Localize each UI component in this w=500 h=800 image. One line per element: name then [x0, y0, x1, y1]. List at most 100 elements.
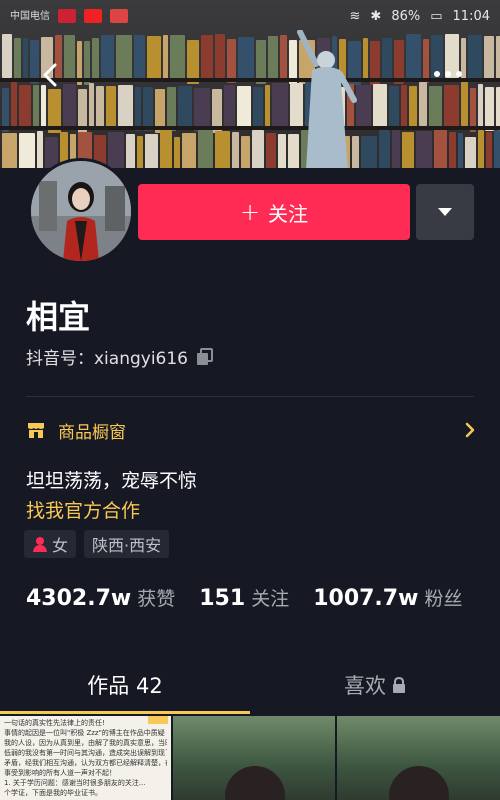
person-thumbnail — [224, 766, 285, 800]
location-tag: 陕西·西安 — [84, 530, 170, 558]
book-spine — [198, 130, 213, 168]
bookshelf-row — [0, 82, 500, 133]
work-thumbnail[interactable] — [337, 716, 500, 800]
follow-label: 关注 — [268, 201, 309, 226]
following-count: 151 — [199, 586, 246, 611]
document-line: 低弱的我没有第一时间与其沟通，造成突出误解到现了一些 — [4, 749, 167, 757]
book-spine — [163, 35, 168, 79]
business-contact-link[interactable]: 找我官方合作 — [26, 496, 140, 523]
document-line: 1. 关于学历问题：感谢当时很多朋友的关注... — [4, 779, 146, 787]
book-spine — [170, 35, 185, 79]
app-icon — [110, 9, 128, 23]
book-spine — [238, 37, 254, 81]
plus-icon: + — [239, 198, 261, 226]
shop-label: 商品橱窗 — [58, 422, 126, 443]
book-spine — [37, 131, 43, 168]
likes-stat[interactable]: 4302.7w 获赞 — [26, 584, 175, 611]
lock-icon — [393, 677, 405, 693]
avatar-image — [31, 161, 131, 261]
person-figure — [297, 30, 357, 168]
book-spine — [485, 87, 494, 131]
book-spine — [237, 86, 251, 130]
book-spine — [409, 86, 417, 130]
book-spine — [272, 83, 288, 127]
book-spine — [101, 35, 114, 79]
gender-label: 女 — [52, 536, 69, 555]
recommend-dropdown-button[interactable] — [416, 184, 474, 240]
more-dot-icon — [434, 71, 440, 77]
document-line: 事情的起因是一位叫"积极 Zzz"的博主在作品中质疑 — [4, 729, 165, 737]
book-spine — [134, 35, 145, 79]
book-spine — [241, 136, 250, 168]
content-tabs: 作品 42 喜欢 — [0, 656, 500, 714]
chevron-left-icon — [43, 63, 57, 87]
book-spine — [160, 130, 172, 168]
book-spine — [147, 36, 161, 80]
book-spine — [379, 130, 390, 168]
document-line: 一句话的真实性先法律上的责任! — [4, 719, 105, 727]
book-spine — [167, 87, 176, 131]
book-spine — [174, 137, 180, 168]
document-line: 矛盾，经我们相互沟通，认为双方都已经解释清楚，在此要向 — [4, 759, 167, 767]
video-icon — [84, 9, 102, 23]
douyin-id-text: 抖音号：xiangyi616 — [26, 349, 188, 369]
tab-likes[interactable]: 喜欢 — [250, 656, 500, 714]
more-dot-icon — [456, 71, 462, 77]
more-button[interactable] — [426, 64, 470, 84]
person-thumbnail — [389, 766, 450, 800]
book-spine — [106, 86, 116, 130]
book-spine — [232, 132, 239, 168]
book-spine — [63, 84, 76, 128]
avatar[interactable] — [28, 158, 134, 264]
book-spine — [253, 87, 263, 131]
followers-stat[interactable]: 1007.7w 粉丝 — [313, 584, 462, 611]
clock: 11:04 — [452, 8, 490, 24]
chevron-right-icon — [465, 422, 475, 438]
book-spine — [496, 87, 500, 131]
book-spine — [361, 136, 377, 168]
shop-window-entry[interactable]: 商品橱窗 — [26, 412, 476, 448]
thumbnail-badge — [148, 716, 168, 724]
document-line: 我的人设，因为从真到里，由解了我的真实意思，当时心性 — [4, 739, 167, 747]
book-spine — [215, 34, 225, 78]
book-spine — [486, 132, 492, 168]
book-spine — [363, 38, 368, 82]
book-spine — [389, 86, 399, 130]
book-spine — [96, 86, 104, 130]
divider — [26, 396, 474, 397]
book-spine — [33, 85, 39, 129]
book-spine — [444, 85, 459, 129]
book-spine — [465, 137, 476, 168]
book-spine — [280, 35, 287, 79]
book-spine — [89, 83, 94, 127]
book-spine — [461, 82, 468, 126]
book-spine — [19, 85, 31, 129]
book-spine — [266, 133, 276, 168]
more-dot-icon — [445, 71, 451, 77]
book-spine — [92, 38, 99, 82]
book-spine — [496, 36, 500, 80]
work-thumbnail[interactable] — [172, 716, 336, 800]
work-thumbnail[interactable]: 一句话的真实性先法律上的责任! 事情的起因是一位叫"积极 Zzz"的博主在作品中质… — [0, 716, 171, 800]
works-grid: 一句话的真实性先法律上的责任! 事情的起因是一位叫"积极 Zzz"的博主在作品中质… — [0, 716, 500, 800]
tab-works[interactable]: 作品 42 — [0, 656, 250, 714]
follow-button[interactable]: + 关注 — [138, 184, 410, 240]
followers-count: 1007.7w — [313, 586, 419, 611]
carrier-label: 中国电信 — [10, 10, 50, 22]
book-spine — [2, 133, 17, 168]
book-spine — [23, 38, 28, 82]
copy-icon[interactable] — [196, 347, 214, 366]
book-spine — [416, 131, 432, 168]
book-spine — [265, 85, 270, 129]
likes-count: 4302.7w — [26, 586, 132, 611]
book-spine — [19, 133, 35, 168]
following-stat[interactable]: 151 关注 — [199, 584, 289, 611]
book-spine — [145, 134, 158, 168]
back-button[interactable] — [36, 60, 66, 90]
book-spine — [478, 84, 483, 128]
douyin-id: 抖音号：xiangyi616 — [26, 344, 214, 369]
book-spine — [382, 38, 392, 82]
book-spine — [458, 133, 463, 168]
book-spine — [118, 85, 133, 129]
book-spine — [278, 134, 286, 168]
